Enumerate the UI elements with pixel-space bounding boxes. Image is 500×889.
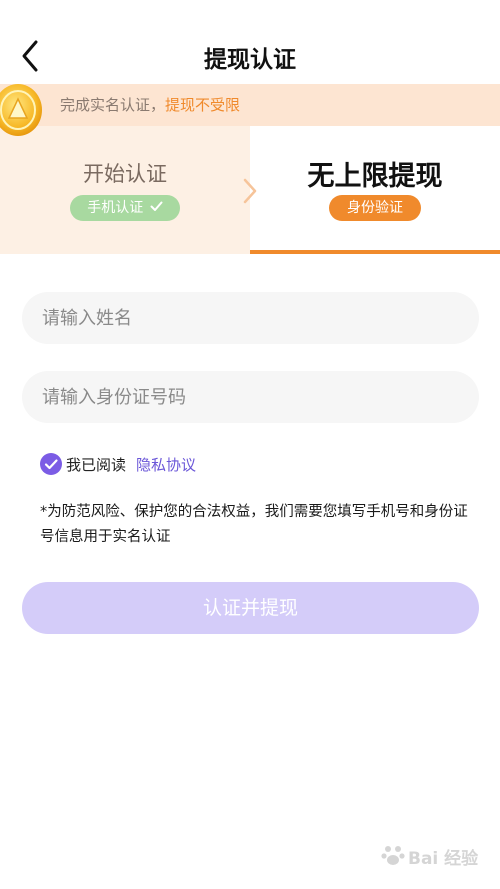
coin-icon [0,84,42,136]
check-icon [150,195,163,221]
banner-highlight: 提现不受限 [165,96,241,114]
checkbox-checked-icon [44,459,58,470]
submit-button[interactable]: 认证并提现 [22,582,479,634]
banner-text: 完成实名认证，提现不受限 [60,94,240,115]
step-indicator: 开始认证 手机认证 无上限提现 身份验证 [0,126,500,254]
banner-prefix: 完成实名认证， [60,96,166,114]
step-1-badge: 手机认证 [70,195,180,221]
promo-banner: 完成实名认证，提现不受限 [0,84,500,126]
step-2-title: 无上限提现 [307,161,443,192]
agreement-checkbox[interactable] [40,453,62,475]
watermark: Bai 经验 [380,840,490,870]
step-2-badge: 身份验证 [329,195,421,221]
notice-text: *为防范风险、保护您的合法权益，我们需要您填写手机号和身份证号信息用于实名认证 [40,504,468,545]
name-field[interactable] [22,292,479,344]
watermark-text: Bai 经验 [408,849,479,869]
id-number-input[interactable] [22,371,479,423]
name-input[interactable] [22,292,479,344]
page-title: 提现认证 [204,47,296,73]
id-number-field[interactable] [22,371,479,423]
paw-icon [381,846,405,865]
step-1-badge-label: 手机认证 [87,200,144,216]
agreement-label: 我已阅读 [66,456,127,474]
nav-bar: 提现认证 [0,0,500,84]
privacy-policy-link[interactable]: 隐私协议 [136,454,196,475]
active-step-underline [250,250,500,254]
step-1-panel [0,126,250,254]
step-1-title: 开始认证 [83,162,167,186]
